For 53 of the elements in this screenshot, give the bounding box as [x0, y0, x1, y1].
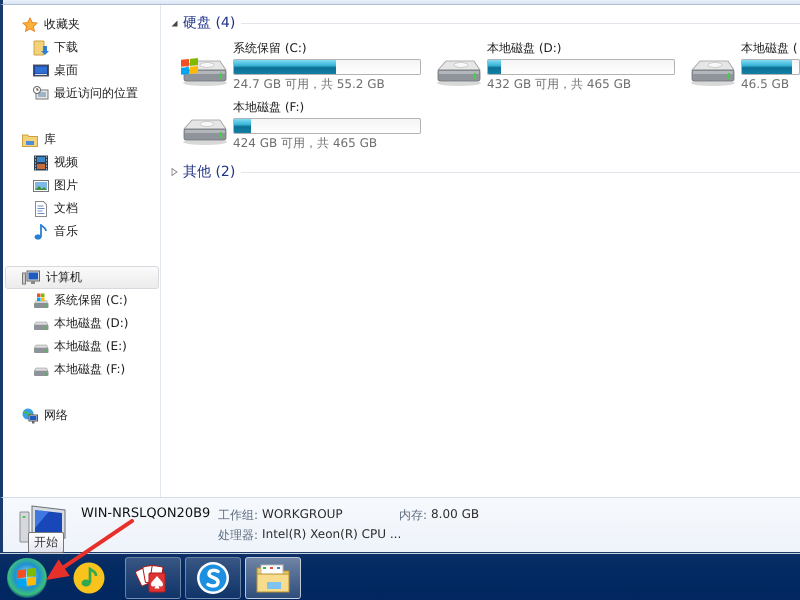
start-button[interactable] [5, 556, 49, 600]
start-tooltip: 开始 [28, 532, 64, 553]
nav-item[interactable]: 桌面 [5, 59, 159, 82]
music-note-icon [33, 224, 49, 240]
usage-text: 24.7 GB 可用，共 55.2 GB [233, 77, 386, 92]
nav-item[interactable]: 网络 [5, 404, 159, 427]
nav-item[interactable]: 最近访问的位置 [5, 82, 159, 105]
folder-icon [255, 562, 291, 594]
drive-name: 本地磁盘 ( [741, 41, 798, 56]
monitor-icon [22, 270, 40, 286]
drive-name: 本地磁盘 (F:) [233, 100, 306, 115]
nav-item[interactable]: 库 [5, 128, 159, 151]
nav-item[interactable]: 图片 [5, 174, 159, 197]
field-value: WORKGROUP [262, 507, 343, 523]
music-note-logo-icon [73, 562, 105, 594]
folder-arrow-icon [33, 40, 49, 56]
field-value: Intel(R) Xeon(R) CPU ... [262, 527, 402, 543]
nav-item[interactable]: 系统保留 (C:) [5, 289, 159, 312]
field-label: 内存: [399, 507, 428, 524]
group-header[interactable]: 硬盘 (4) [171, 14, 236, 32]
drive-name: 系统保留 (C:) [233, 41, 308, 56]
taskbar-button[interactable] [125, 557, 181, 599]
document-icon [33, 200, 49, 216]
usage-text: 424 GB 可用，共 465 GB [233, 136, 378, 151]
drive-name: 本地磁盘 (D:) [487, 41, 562, 56]
nav-item[interactable]: 收藏夹 [5, 13, 159, 36]
nav-item[interactable]: 本地磁盘 (D:) [5, 312, 159, 335]
nav-item[interactable]: 计算机 [5, 266, 159, 289]
picture-icon [33, 178, 49, 194]
field-value: 8.00 GB [431, 507, 480, 523]
swirl-logo-icon [196, 561, 230, 595]
globe-monitor-icon [22, 408, 38, 424]
star-icon [22, 16, 38, 32]
nav-item[interactable]: 本地磁盘 (F:) [5, 358, 159, 381]
nav-item[interactable]: 下载 [5, 36, 159, 59]
field-label: 处理器: [218, 527, 258, 544]
folder-icon [22, 132, 38, 148]
field-label: 工作组: [218, 507, 258, 524]
usage-text: 46.5 GB [741, 77, 790, 92]
nav-item[interactable]: 视频 [5, 151, 159, 174]
nav-item[interactable]: 文档 [5, 197, 159, 220]
group-header[interactable]: 其他 (2) [171, 163, 236, 181]
nav-item[interactable]: 音乐 [5, 220, 159, 243]
usage-text: 432 GB 可用，共 465 GB [487, 77, 632, 92]
monitor-icon [33, 62, 49, 78]
windows-drive-icon [33, 292, 49, 308]
windows-orb-icon [6, 557, 48, 599]
taskbar-button[interactable] [185, 557, 241, 599]
nav-item[interactable]: 本地磁盘 (E:) [5, 335, 159, 358]
computer-clock-icon [33, 86, 49, 102]
computer-name: WIN-NRSLQON20B9 [81, 506, 211, 521]
taskbar-button[interactable] [245, 557, 301, 599]
film-icon [33, 154, 49, 170]
